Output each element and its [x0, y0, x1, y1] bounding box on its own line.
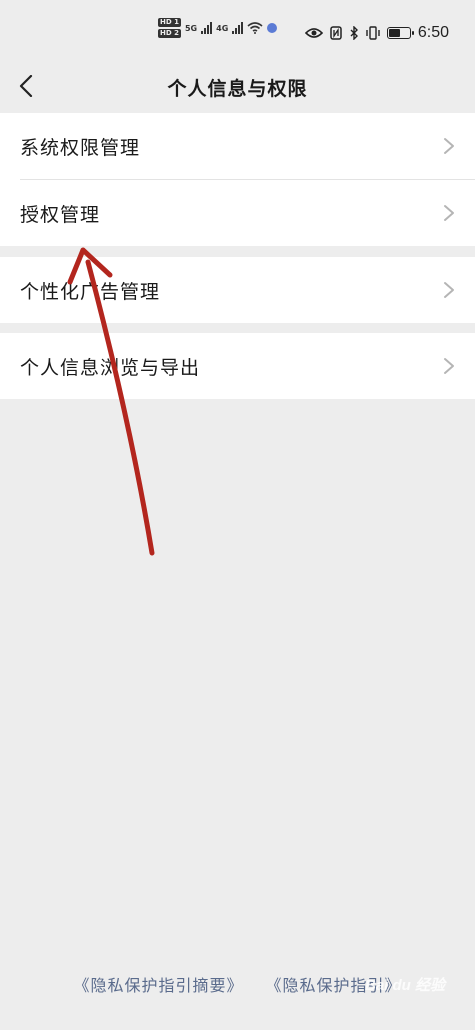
list-item-label: 系统权限管理 — [20, 136, 141, 159]
bluetooth-icon — [350, 26, 358, 40]
list-item-label: 个人信息浏览与导出 — [20, 356, 201, 379]
signal-icon — [201, 22, 213, 34]
chevron-right-icon — [444, 205, 454, 221]
app-notification-icon — [267, 23, 278, 33]
navigation-bar: 个人信息与权限 — [0, 64, 475, 108]
hd-indicators: HD 1 HD 2 — [158, 18, 181, 38]
hd1-badge: HD 1 — [158, 18, 181, 27]
vibrate-icon — [366, 26, 380, 40]
chevron-right-icon — [444, 282, 454, 298]
clock-time: 6:50 — [417, 24, 449, 41]
network-4g-label: 4G — [216, 23, 229, 33]
list-item-system-permissions[interactable]: 系统权限管理 — [0, 113, 475, 179]
nfc-icon — [330, 26, 342, 40]
privacy-summary-link[interactable]: 《隐私保护指引摘要》 — [73, 976, 243, 995]
hd2-badge: HD 2 — [158, 29, 181, 38]
signal-icon-2 — [232, 22, 244, 34]
chevron-right-icon — [444, 358, 454, 374]
wifi-icon — [247, 22, 263, 34]
page-title: 个人信息与权限 — [167, 78, 308, 100]
list-item-authorization[interactable]: 授权管理 — [0, 180, 475, 246]
eye-icon — [304, 28, 323, 38]
list-item-personal-info-export[interactable]: 个人信息浏览与导出 — [0, 333, 475, 399]
list-item-label: 授权管理 — [20, 203, 101, 226]
status-bar-left: HD 1 HD 2 5G 4G — [158, 18, 278, 38]
settings-group-2: 个性化广告管理 — [0, 257, 475, 323]
settings-group-3: 个人信息浏览与导出 — [0, 333, 475, 399]
status-bar-right: 6:50 — [304, 24, 449, 42]
status-bar: HD 1 HD 2 5G 4G 6:50 — [0, 0, 475, 64]
chevron-right-icon — [444, 138, 454, 154]
list-item-personalized-ads[interactable]: 个性化广告管理 — [0, 257, 475, 323]
battery-icon — [386, 27, 414, 39]
baidu-watermark: Bai du 经验 — [365, 977, 446, 994]
network-5g-label: 5G — [184, 23, 198, 33]
settings-group-1: 系统权限管理 授权管理 — [0, 113, 475, 246]
list-item-label: 个性化广告管理 — [20, 280, 161, 303]
